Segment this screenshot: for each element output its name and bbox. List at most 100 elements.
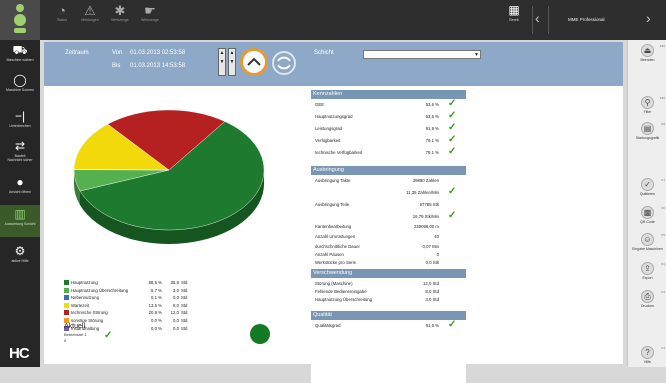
legend-swatch xyxy=(64,295,69,301)
aktuell-line2: 0 xyxy=(64,338,67,343)
sidebar-item-label: Maschine Sonnen xyxy=(5,88,35,92)
eingabe-maschinen-button[interactable]: F5 ☺ Eingabe Maschinen xyxy=(628,233,666,251)
von-value[interactable]: 01.03.2013 02:53:58 xyxy=(130,50,185,56)
sidebar-item-auswertung-schicht[interactable]: ▥ Auswertung Schicht xyxy=(0,205,40,237)
legend-hours: 12,0 xyxy=(170,310,179,316)
arrow-down-icon: ▼ xyxy=(219,59,225,65)
check-icon: ✓ xyxy=(448,319,457,330)
button-label: Quittieren xyxy=(639,192,656,196)
section-header-kennzahlen: Kennzahlen xyxy=(311,90,466,99)
hotkey-label: F3 xyxy=(661,290,665,294)
warning-icon: ⚠ xyxy=(84,3,96,18)
hotkey-label: F6 xyxy=(661,206,665,210)
legend-unit: Std xyxy=(181,287,188,293)
button-label: Filter xyxy=(643,110,652,114)
divider xyxy=(532,6,533,34)
aktuell-line1: Betriebsart 1 xyxy=(64,332,87,337)
ready-label: Bereit xyxy=(509,18,519,22)
startungsgrafik-button[interactable]: F9 ▤ Startungsgrafik xyxy=(628,122,666,140)
right-sidebar: F10 ⏏ Beenden F10 ⚲ Filter F9 ▤ Startung… xyxy=(627,40,666,367)
check-icon: ✓ xyxy=(641,178,654,191)
sidebar-item-label: Ansicht öffnen xyxy=(8,190,32,194)
check-icon: ✓ xyxy=(448,98,457,109)
schicht-select[interactable]: ▾ xyxy=(363,50,481,59)
hotkey-label: F9 xyxy=(661,122,665,126)
legend-pct: 58,6 % xyxy=(148,280,162,285)
sidebar-item-ansicht[interactable]: ● Ansicht öffnen xyxy=(0,176,40,194)
transfer-icon: ⇄ xyxy=(14,139,26,153)
divider xyxy=(548,6,549,34)
kpi-value: 0 xyxy=(436,252,439,257)
kpi-value: 91,9 % xyxy=(425,126,439,131)
people-icon: ☺ xyxy=(641,233,654,246)
arrow-up-icon: ▲ xyxy=(229,50,235,56)
quittieren-button[interactable]: F7 ✓ Quittieren xyxy=(628,178,666,196)
kpi-label: Hauptnutzung Überschreitung xyxy=(315,297,373,302)
machine-name: MME Professional xyxy=(568,17,605,22)
legend-pct: 20,9 % xyxy=(148,310,162,316)
sidebar-item-nachricht[interactable]: Nachricht sicher xyxy=(0,156,40,162)
refresh-button[interactable] xyxy=(272,51,296,75)
pause-bar-icon: −| xyxy=(14,109,26,123)
export-button[interactable]: F4 ⇪ Export xyxy=(628,262,666,280)
hotkey-label: F5 xyxy=(661,233,665,237)
schicht-label: Schicht xyxy=(314,50,334,56)
kpi-label: Werkstücke pro Serie xyxy=(315,260,356,265)
sidebar-item-aktive-hilfe[interactable]: ⚙ aktive Hilfe xyxy=(0,245,40,263)
qr-code-button[interactable]: F6 ▩ QR-Code xyxy=(628,206,666,224)
legend-unit: Std xyxy=(181,310,188,316)
legend-unit: Std xyxy=(181,302,188,308)
sidebar-item-maschine-sonnen[interactable]: ◯ Maschine Sonnen xyxy=(0,74,40,92)
kpi-label: Qualitätsgrad xyxy=(315,323,341,328)
chevron-right-icon[interactable]: › xyxy=(646,10,651,26)
kpi-label: Kantenbearbeitung xyxy=(315,224,352,229)
date-stepper-down[interactable]: ▲ ▼ xyxy=(228,48,236,76)
exit-icon: ⏏ xyxy=(641,44,654,57)
legend-item: technische Störung 20,9 % 12,0 Std xyxy=(64,309,234,317)
kpi-label: durchschnittliche Dauer xyxy=(315,244,360,249)
toolbar-werkzeuge-button[interactable]: ✱ Werkzeuge xyxy=(106,4,134,23)
toolbar-meldungen-button[interactable]: ⚠ Meldungen xyxy=(76,3,104,23)
legend-unit: Std xyxy=(181,325,188,331)
legend-pct: 13,5 % xyxy=(148,302,162,308)
check-icon: ✓ xyxy=(448,110,457,121)
button-label: Beenden xyxy=(640,58,655,62)
chevron-left-icon[interactable]: ‹ xyxy=(535,10,540,26)
drucken-button[interactable]: F3 ⎙ Drucken xyxy=(628,290,666,308)
arrow-up-icon: ▲ xyxy=(219,50,225,56)
kpi-value: 12,0 Std xyxy=(422,281,439,286)
calendar-icon: ▤ xyxy=(641,122,654,135)
check-icon: ✓ xyxy=(448,134,457,145)
bis-value[interactable]: 01.03.2013 14:53:58 xyxy=(130,63,185,69)
check-icon: ✓ xyxy=(104,330,113,341)
ready-button[interactable]: ▦ Bereit xyxy=(498,2,530,38)
beenden-button[interactable]: F10 ⏏ Beenden xyxy=(628,44,666,62)
legend-item: Wartezeit 13,5 % 8,0 Std xyxy=(64,302,234,310)
sidebar-status-panel xyxy=(0,0,40,40)
legend-hours: 0,0 xyxy=(173,325,179,331)
toolbar-status-button[interactable]: ◔ Status xyxy=(48,4,76,23)
filter-button[interactable]: F10 ⚲ Filter xyxy=(628,96,666,114)
sidebar-item-maschine-waehlen[interactable]: ⛟ Maschine wählen xyxy=(0,44,40,62)
toolbar-werkzeuge2-button[interactable]: ☛ Werkzeuge xyxy=(136,4,164,23)
kpi-value: 79,1 % xyxy=(425,150,439,155)
logo: HC xyxy=(9,345,30,362)
zeitraum-label: Zeitraum xyxy=(65,50,89,56)
button-label: Startungsgrafik xyxy=(635,136,660,140)
kpi-label: Ausbringung Takte xyxy=(315,178,351,183)
section-header-ausbringung: Ausbringung xyxy=(311,166,466,175)
legend-pct: 0,0 % xyxy=(151,317,162,323)
legend-pct: 0,0 % xyxy=(151,325,162,331)
kpi-value: 11,35 Zahlen/Min xyxy=(406,190,439,195)
button-label: Export xyxy=(642,276,653,280)
kpi-label: Ausbringung Teile xyxy=(315,202,350,207)
hilfe-button[interactable]: F1 ? Hilfe xyxy=(628,346,666,364)
traffic-light-icon xyxy=(14,4,26,33)
circle-icon: ● xyxy=(16,175,24,189)
kpi-label: Anzahl Pausen xyxy=(315,252,344,257)
legend-name: Nebennutzung xyxy=(71,295,99,301)
clock-button[interactable] xyxy=(240,48,268,76)
sidebar-item-unterbrechen[interactable]: −| Unterbrechen xyxy=(0,110,40,128)
check-icon: ✓ xyxy=(448,210,457,221)
date-stepper-up[interactable]: ▲ ▼ xyxy=(218,48,226,76)
